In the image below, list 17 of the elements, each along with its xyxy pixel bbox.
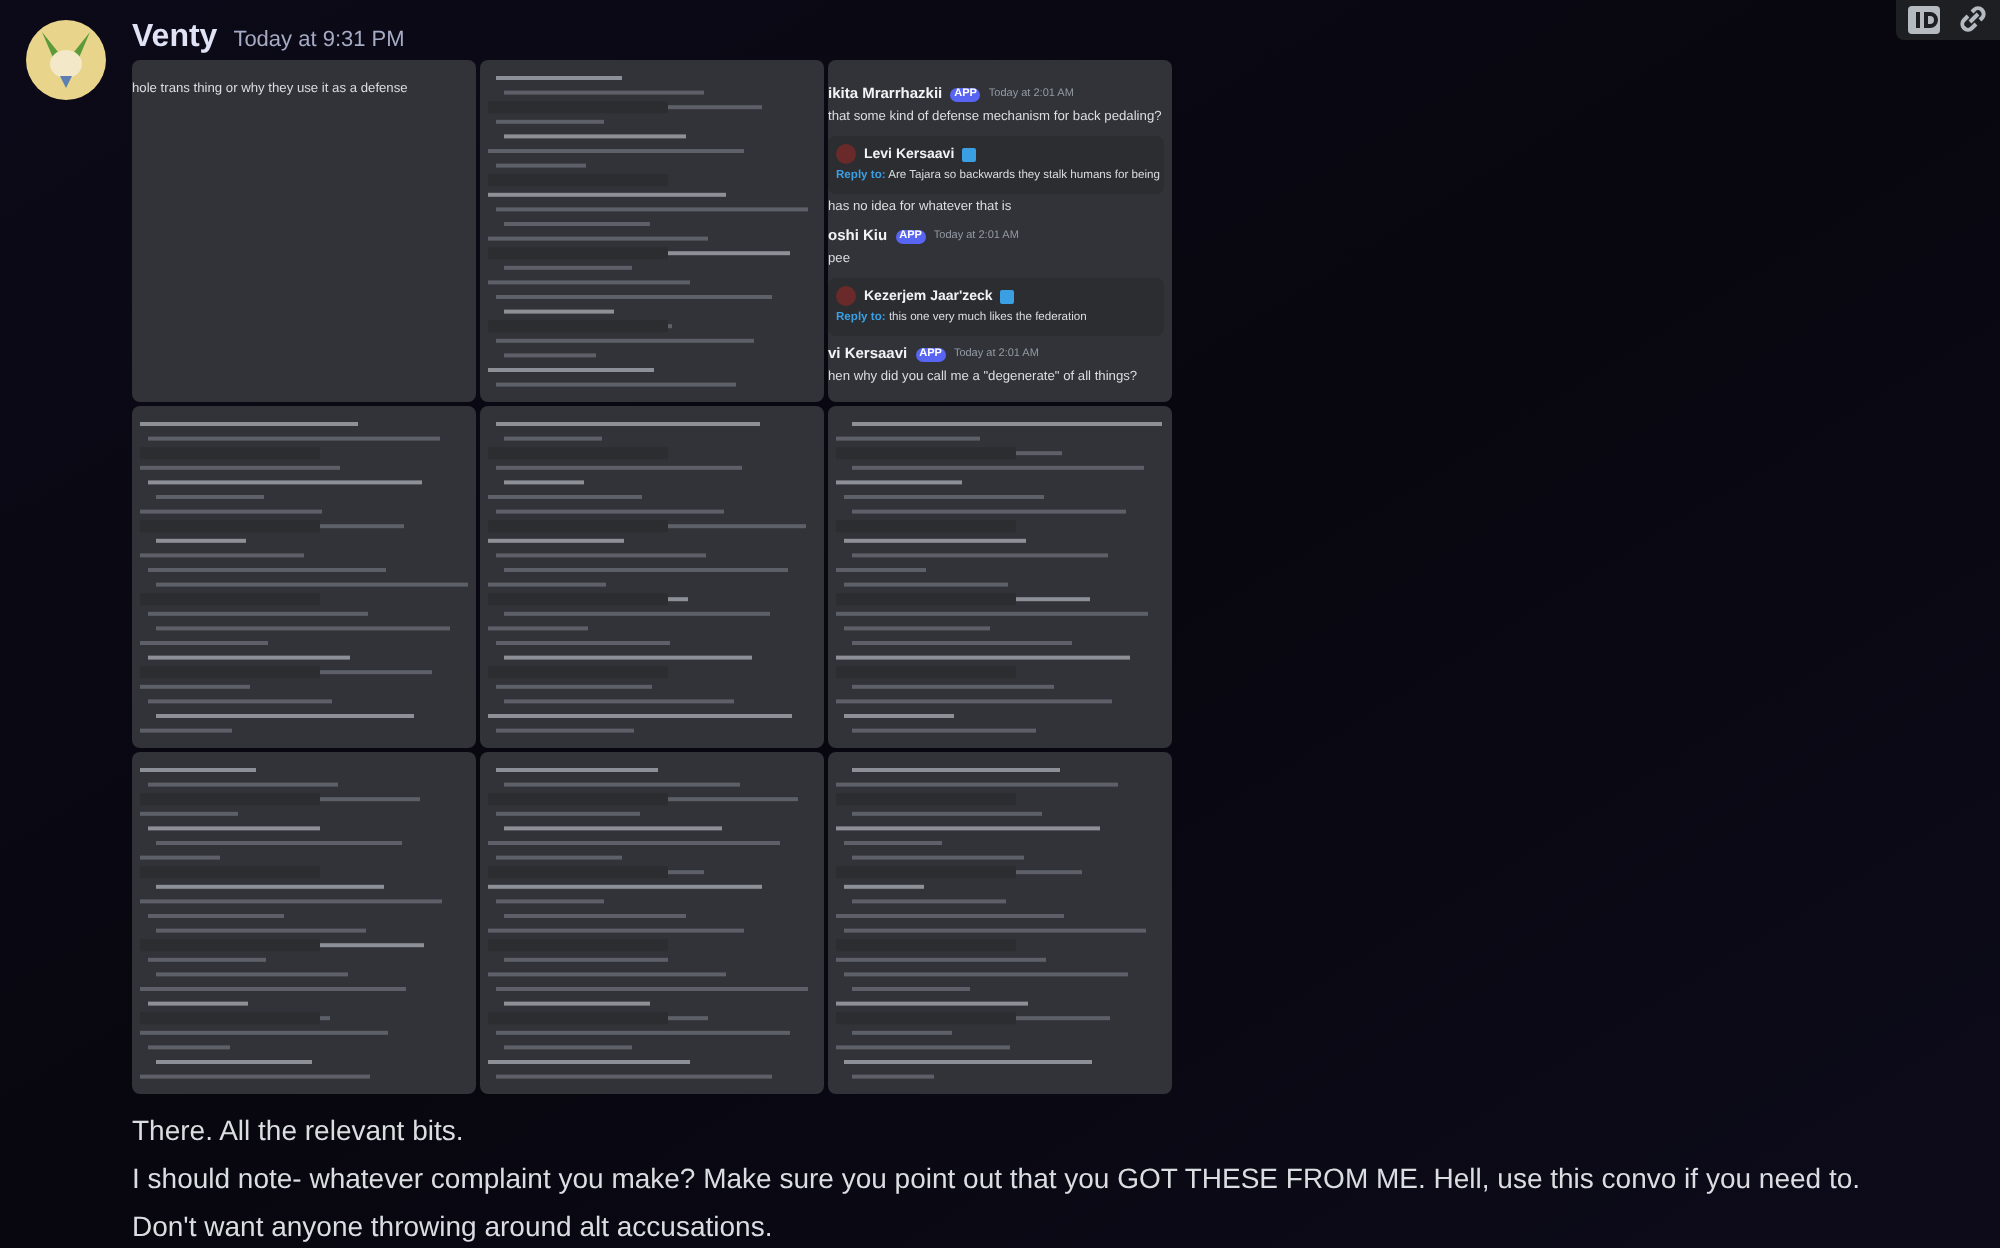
avatar-icon (836, 144, 856, 164)
screenshot-panel[interactable] (828, 60, 1172, 402)
blurred-screenshot-drawing[interactable] (828, 752, 1172, 1094)
message-timestamp: Today at 9:31 PM (233, 26, 405, 56)
message-text: There. All the relevant bits. (132, 1112, 464, 1150)
id-card-icon[interactable] (1908, 0, 1940, 40)
blurred-screenshot-drawing[interactable] (828, 406, 1172, 748)
author-name[interactable]: Venty (132, 20, 218, 56)
blurred-screenshot-drawing[interactable] (132, 406, 476, 748)
avatar[interactable] (26, 20, 106, 100)
blurred-screenshot-drawing[interactable] (132, 752, 476, 1094)
message-text: Don't want anyone throwing around alt accusations. (132, 1208, 773, 1246)
message-text: I should note- whatever complaint you make? Make sure you point out that you GOT THESE FROM ME. Hell, use this convo if you need to. (132, 1160, 1861, 1198)
blurred-screenshot-drawing[interactable] (480, 406, 824, 748)
blurred-screenshot-drawing[interactable] (480, 60, 824, 402)
blurred-screenshot-drawing[interactable] (480, 752, 824, 1094)
avatar-icon (836, 286, 856, 306)
